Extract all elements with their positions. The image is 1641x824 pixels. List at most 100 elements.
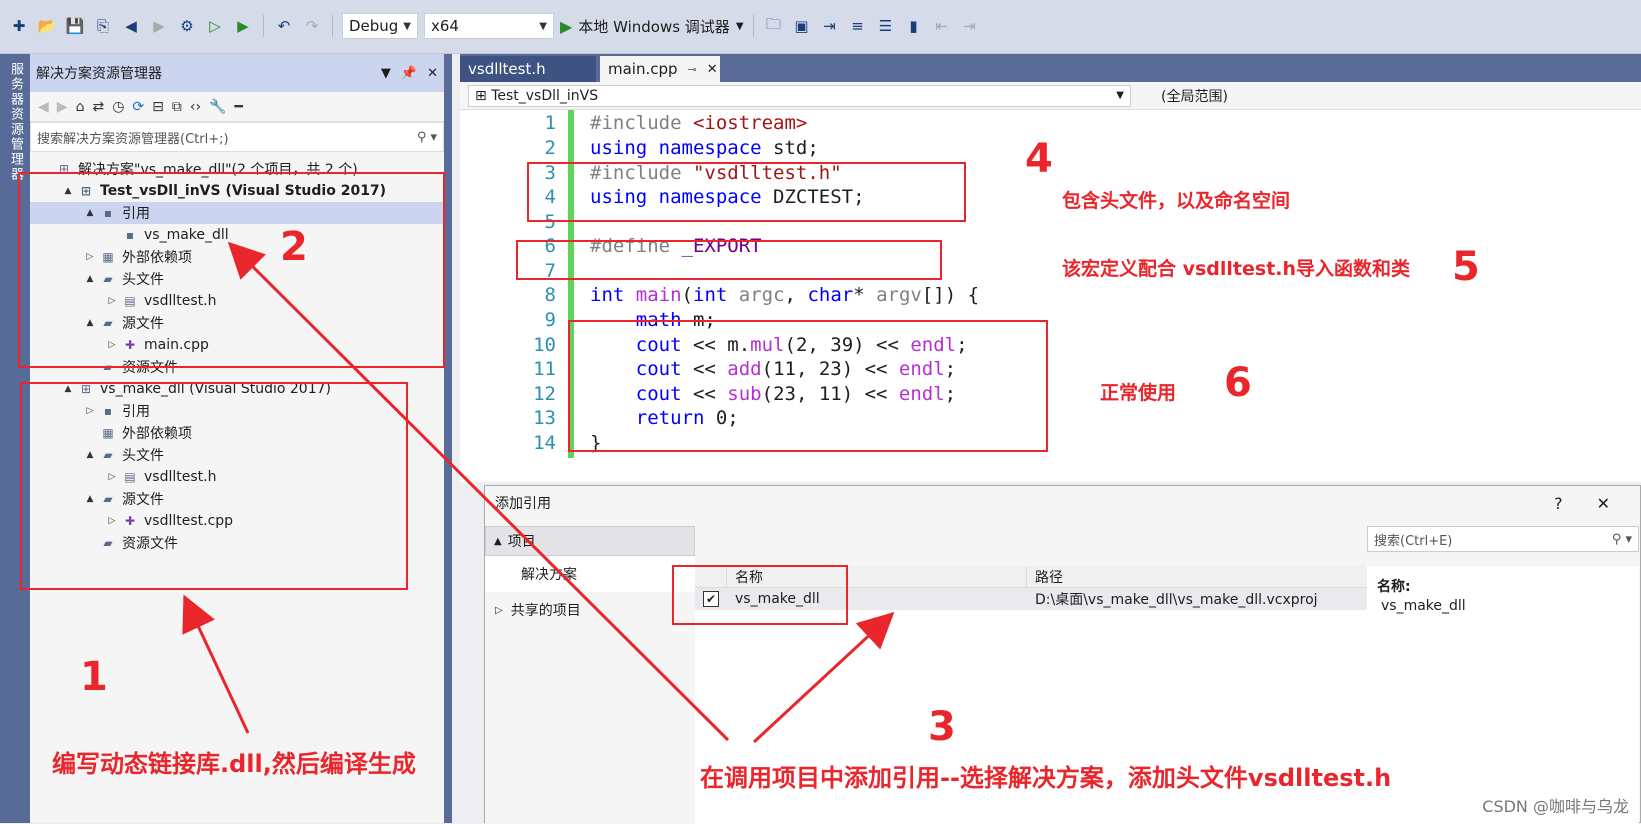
start-debug-icon[interactable]: ▶ [232, 15, 254, 37]
node-icon: ▰ [98, 492, 118, 506]
project-scope-select[interactable]: ⊞ Test_vsDll_inVS ▼ [468, 85, 1131, 107]
bookmark-next-icon[interactable]: ⇥ [959, 15, 981, 37]
dialog-close-button[interactable]: ✕ [1597, 494, 1610, 513]
refresh-icon[interactable]: ⟳ [132, 99, 144, 115]
expand-triangle-icon: ▷ [495, 605, 503, 616]
close-icon[interactable]: ✕ [427, 66, 438, 81]
tree-node[interactable]: ▰资源文件 [30, 356, 444, 378]
window-icon[interactable]: ▣ [791, 15, 813, 37]
forward-icon[interactable]: ▶ [148, 15, 170, 37]
redo-icon[interactable]: ↷ [301, 15, 323, 37]
expander-icon[interactable]: ▷ [104, 296, 120, 306]
save-icon[interactable]: 💾 [64, 15, 86, 37]
code-icon[interactable]: ‹› [190, 99, 201, 115]
chevron-down-icon[interactable]: ▼ [381, 66, 391, 81]
line-number: 9 [520, 307, 556, 333]
build-icon[interactable]: ⚙ [176, 15, 198, 37]
bookmark-icon[interactable]: ▮ [903, 15, 925, 37]
switch-view-icon[interactable]: ⇄ [92, 99, 104, 115]
folder-search-icon[interactable]: 🗀 [763, 15, 785, 37]
tree-node-label: vsdlltest.cpp [144, 513, 233, 529]
open-folder-icon[interactable]: 📂 [36, 15, 58, 37]
tree-node[interactable]: ▷✚vsdlltest.cpp [30, 510, 444, 532]
tab-vsdlltest-h[interactable]: vsdlltest.h [460, 56, 596, 82]
home-icon[interactable]: ⌂ [76, 99, 85, 115]
expander-icon[interactable]: ▲ [82, 208, 98, 218]
reference-category-pane: ▲项目 解决方案 ▷共享的项目 [485, 526, 695, 824]
line-number: 6 [520, 233, 556, 259]
table-row[interactable]: ✔ vs_make_dll D:\桌面\vs_make_dll\vs_make_… [695, 588, 1367, 610]
pin-icon[interactable]: ⊸ [688, 63, 697, 76]
annotation-number-2: 2 [280, 224, 308, 270]
indent-icon[interactable]: ≡ [847, 15, 869, 37]
code-line: 11 cout << add(11, 23) << endl; [460, 356, 1641, 382]
tree-node[interactable]: ▲▰源文件 [30, 312, 444, 334]
minus-icon[interactable]: ━ [235, 99, 243, 115]
collapse-icon[interactable]: ⊟ [152, 99, 164, 115]
platform-select[interactable]: x64▼ [424, 13, 554, 39]
solution-search-input[interactable]: 搜索解决方案资源管理器(Ctrl+;) ⚲ ▾ [30, 122, 444, 152]
help-button[interactable]: ? [1554, 494, 1563, 513]
category-solution[interactable]: 解决方案 [485, 556, 695, 592]
new-project-icon[interactable]: ✚ [8, 15, 30, 37]
expander-icon[interactable]: ▲ [60, 384, 76, 394]
tree-node[interactable]: ▲⊞vs_make_dll (Visual Studio 2017) [30, 378, 444, 400]
wrench-icon[interactable]: 🔧 [209, 99, 226, 115]
comment-icon[interactable]: ☰ [875, 15, 897, 37]
expander-icon[interactable]: ▷ [104, 340, 120, 350]
expander-icon[interactable]: ▲ [82, 494, 98, 504]
tree-node[interactable]: ▲⊞Test_vsDll_inVS (Visual Studio 2017) [30, 180, 444, 202]
back-icon[interactable]: ◀ [120, 15, 142, 37]
tree-node[interactable]: ▲▰源文件 [30, 488, 444, 510]
save-all-icon[interactable]: ⎘ [92, 15, 114, 37]
expander-icon[interactable]: ▷ [104, 516, 120, 526]
search-icon[interactable]: ⚲ ▾ [417, 130, 437, 145]
global-scope-select[interactable]: (全局范围) [1161, 86, 1228, 106]
row-checkbox-cell: ✔ [695, 588, 727, 610]
expander-icon[interactable]: ▷ [82, 252, 98, 262]
tree-node[interactable]: ⊞解决方案"vs_make_dll"(2 个项目，共 2 个) [30, 158, 444, 180]
reference-search-input[interactable]: 搜索(Ctrl+E) ⚲ ▾ [1367, 526, 1639, 552]
tree-node[interactable]: ▷✚main.cpp [30, 334, 444, 356]
expander-icon[interactable]: ▲ [60, 186, 76, 196]
server-explorer-tab[interactable]: 服务器资源管理器 [0, 54, 30, 823]
search-icon[interactable]: ⚲ ▾ [1612, 532, 1632, 547]
tree-node[interactable]: ▰资源文件 [30, 532, 444, 554]
expander-icon[interactable]: ▷ [82, 406, 98, 416]
category-shared-projects[interactable]: ▷共享的项目 [485, 592, 695, 628]
expander-icon[interactable]: ▲ [82, 274, 98, 284]
header-name[interactable]: 名称 [727, 566, 1027, 587]
config-select[interactable]: Debug▼ [342, 13, 418, 39]
pin-icon[interactable]: 📌 [401, 66, 417, 81]
annotation-text-3: 在调用项目中添加引用--选择解决方案，添加头文件vsdlltest.h [700, 758, 1391, 793]
expander-icon[interactable]: ▷ [104, 472, 120, 482]
copy-icon[interactable]: ⧉ [172, 99, 182, 115]
solution-explorer-header: 解决方案资源管理器 ▼ 📌 ✕ [30, 54, 444, 92]
run-debugger-button[interactable]: ▶ 本地 Windows 调试器 ▼ [560, 16, 744, 37]
reference-checkbox[interactable]: ✔ [703, 591, 719, 607]
chevron-down-icon: ▼ [736, 21, 744, 32]
forward-icon[interactable]: ▶ [57, 99, 68, 115]
tree-node[interactable]: ▷▦外部依赖项 [30, 246, 444, 268]
tree-node[interactable]: ▷▤vsdlltest.h [30, 466, 444, 488]
tree-node[interactable]: ▦外部依赖项 [30, 422, 444, 444]
tree-node[interactable]: ▲▰头文件 [30, 444, 444, 466]
line-number: 8 [520, 282, 556, 308]
header-path[interactable]: 路径 [1027, 566, 1367, 587]
undo-icon[interactable]: ↶ [273, 15, 295, 37]
tab-main-cpp[interactable]: main.cpp ⊸ ✕ [600, 56, 720, 82]
tree-node[interactable]: ▷▪引用 [30, 400, 444, 422]
expander-icon[interactable]: ▲ [82, 318, 98, 328]
start-icon[interactable]: ▷ [204, 15, 226, 37]
category-projects[interactable]: ▲项目 [485, 526, 695, 556]
tree-node[interactable]: ▷▤vsdlltest.h [30, 290, 444, 312]
tree-node[interactable]: ▲▰头文件 [30, 268, 444, 290]
history-icon[interactable]: ◷ [112, 99, 124, 115]
tree-node[interactable]: ▪vs_make_dll [30, 224, 444, 246]
back-icon[interactable]: ◀ [38, 99, 49, 115]
bookmark-prev-icon[interactable]: ⇤ [931, 15, 953, 37]
expander-icon[interactable]: ▲ [82, 450, 98, 460]
close-icon[interactable]: ✕ [707, 62, 718, 77]
tree-node[interactable]: ▲▪引用 [30, 202, 444, 224]
step-icon[interactable]: ⇥ [819, 15, 841, 37]
